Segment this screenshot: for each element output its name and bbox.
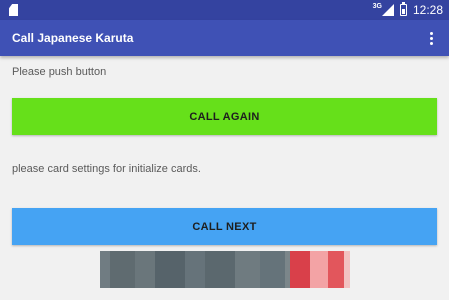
network-type-label: 3G <box>372 2 382 10</box>
app-bar: Call Japanese Karuta <box>0 20 449 56</box>
app-title: Call Japanese Karuta <box>12 31 134 45</box>
call-next-button[interactable]: CALL NEXT <box>12 208 437 245</box>
battery-icon <box>399 2 407 16</box>
ad-banner[interactable] <box>100 251 350 288</box>
call-again-button[interactable]: CALL AGAIN <box>12 98 437 135</box>
status-clock: 12:28 <box>412 3 443 17</box>
overflow-menu-icon[interactable] <box>421 26 441 50</box>
status-bar: 3G 12:28 <box>0 0 449 20</box>
sd-card-icon <box>9 4 18 16</box>
instruction-text-top: Please push button <box>12 66 107 78</box>
signal-icon <box>381 4 394 16</box>
instruction-text-bottom: please card settings for initialize card… <box>12 163 201 175</box>
